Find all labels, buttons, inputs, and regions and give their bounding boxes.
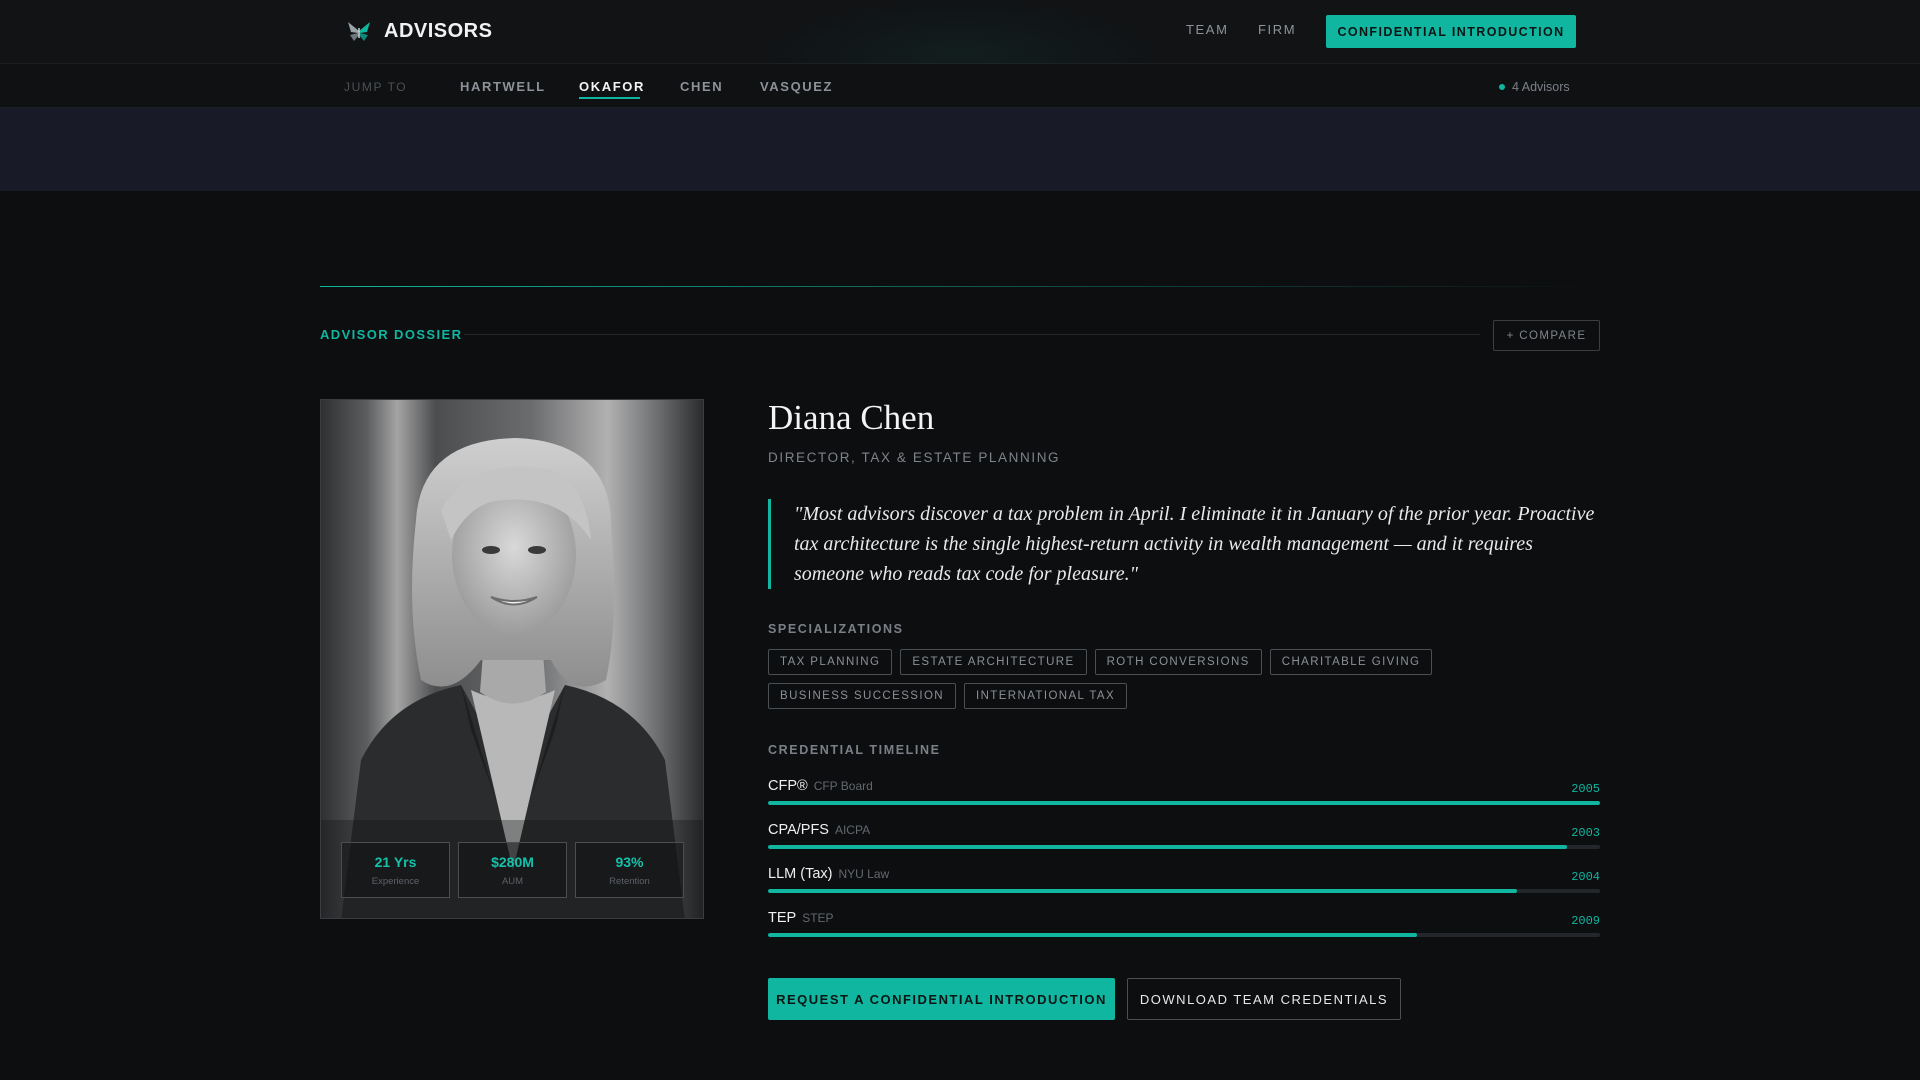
status-dot-icon	[1499, 84, 1505, 90]
jump-okafor[interactable]: OKAFOR	[579, 79, 645, 94]
stat-value: 93%	[615, 853, 644, 870]
active-tab-underline	[579, 97, 640, 99]
credential-progress-track	[768, 801, 1600, 805]
nav-firm[interactable]: FIRM	[1258, 22, 1296, 37]
jump-to-label: JUMP TO	[344, 80, 408, 94]
brand-link[interactable]: ADVISORS	[346, 18, 492, 44]
stat-value: $280M	[491, 853, 534, 870]
credential-row: CPA/PFS AICPA 2003	[768, 822, 1600, 858]
advisor-stats: 21 Yrs Experience $280M AUM 93% Retentio…	[341, 842, 684, 898]
specializations-title: SPECIALIZATIONS	[768, 622, 904, 636]
advisor-role: DIRECTOR, TAX & ESTATE PLANNING	[768, 450, 1061, 465]
credential-progress-fill	[768, 933, 1417, 937]
jump-vasquez[interactable]: VASQUEZ	[760, 79, 833, 94]
top-bar: ADVISORS TEAM FIRM CONFIDENTIAL INTRODUC…	[0, 0, 1920, 108]
credential-org: CFP Board	[813, 779, 873, 793]
credential-name: LLM (Tax)	[768, 866, 833, 882]
specialization-tag: ESTATE ARCHITECTURE	[900, 649, 1087, 675]
request-introduction-button[interactable]: REQUEST A CONFIDENTIAL INTRODUCTION	[768, 978, 1115, 1020]
credential-year: 2005	[1571, 782, 1600, 796]
specialization-tag: ROTH CONVERSIONS	[1094, 649, 1262, 675]
section-label: ADVISOR DOSSIER	[320, 327, 463, 342]
stat-value: 21 Yrs	[374, 853, 417, 870]
credential-progress-fill	[768, 845, 1567, 849]
stat-label: Experience	[371, 875, 420, 887]
credential-name: TEP	[768, 910, 797, 926]
credential-name-wrap: TEP STEP	[768, 910, 834, 926]
download-credentials-button[interactable]: DOWNLOAD TEAM CREDENTIALS	[1127, 978, 1401, 1020]
credential-row: CFP® CFP Board 2005	[768, 778, 1600, 814]
confidential-introduction-button[interactable]: CONFIDENTIAL INTRODUCTION	[1326, 15, 1576, 48]
credential-name-wrap: LLM (Tax) NYU Law	[768, 866, 889, 882]
specialization-tag: CHARITABLE GIVING	[1269, 649, 1433, 675]
stat-experience: 21 Yrs Experience	[341, 842, 450, 898]
quote-accent-bar	[768, 499, 771, 589]
credential-org: NYU Law	[838, 867, 890, 881]
credential-timeline-title: CREDENTIAL TIMELINE	[768, 743, 941, 757]
stat-label: Retention	[609, 875, 650, 887]
specialization-tag: INTERNATIONAL TAX	[964, 683, 1128, 709]
section-divider	[320, 286, 1600, 287]
credential-year: 2009	[1571, 914, 1600, 928]
credential-row: TEP STEP 2009	[768, 910, 1600, 946]
nav-team[interactable]: TEAM	[1186, 22, 1229, 37]
jump-hartwell[interactable]: HARTWELL	[460, 79, 546, 94]
credential-year: 2004	[1571, 870, 1600, 884]
credential-org: STEP	[802, 911, 834, 925]
advisor-count-text: 4 Advisors	[1512, 80, 1570, 94]
advisor-name: Diana Chen	[768, 398, 935, 437]
compare-button[interactable]: + COMPARE	[1493, 320, 1600, 351]
jump-chen[interactable]: CHEN	[680, 79, 723, 94]
butterfly-logo-icon	[348, 22, 370, 41]
specializations-list: TAX PLANNING ESTATE ARCHITECTURE ROTH CO…	[768, 649, 1608, 709]
specialization-tag: BUSINESS SUCCESSION	[768, 683, 956, 709]
hero-band	[0, 108, 1920, 191]
brand-name: ADVISORS	[384, 19, 493, 42]
credential-name-wrap: CPA/PFS AICPA	[768, 822, 870, 838]
advisor-quote: "Most advisors discover a tax problem in…	[794, 503, 1595, 585]
credential-name: CPA/PFS	[768, 822, 829, 838]
credential-progress-track	[768, 933, 1600, 937]
credential-progress-fill	[768, 889, 1517, 893]
stat-label: AUM	[501, 875, 524, 887]
credential-year: 2003	[1571, 826, 1600, 840]
credential-progress-track	[768, 845, 1600, 849]
specialization-tag: TAX PLANNING	[768, 649, 893, 675]
stat-aum: $280M AUM	[458, 842, 567, 898]
advisor-jump-nav: JUMP TO HARTWELL OKAFOR CHEN VASQUEZ 4 A…	[0, 64, 1920, 108]
credential-progress-track	[768, 889, 1600, 893]
credential-org: AICPA	[834, 823, 871, 837]
credential-name: CFP®	[768, 778, 808, 794]
credential-name-wrap: CFP® CFP Board	[768, 778, 873, 794]
section-rule	[464, 334, 1480, 335]
credential-row: LLM (Tax) NYU Law 2004	[768, 866, 1600, 902]
advisor-count: 4 Advisors	[1499, 80, 1570, 94]
credential-progress-fill	[768, 801, 1600, 805]
advisor-portrait: 21 Yrs Experience $280M AUM 93% Retentio…	[320, 399, 704, 919]
stat-retention: 93% Retention	[575, 842, 684, 898]
